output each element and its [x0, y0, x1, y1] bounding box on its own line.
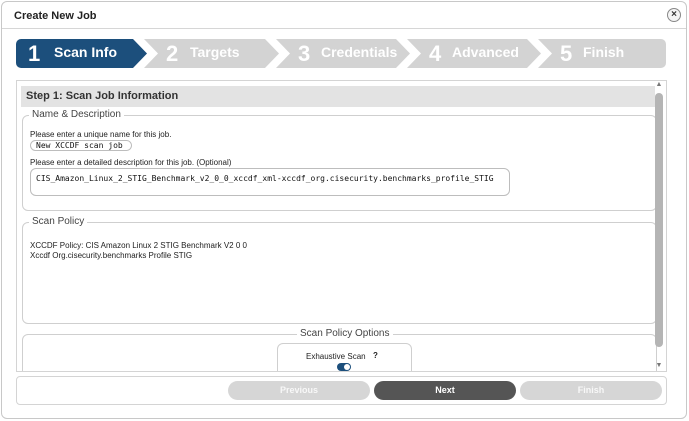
policy-line-1: XCCDF Policy: CIS Amazon Linux 2 STIG Be… [30, 241, 247, 250]
step-scan-info[interactable]: 1 Scan Info [16, 39, 147, 68]
step-number: 5 [560, 41, 573, 66]
previous-button[interactable]: Previous [228, 381, 370, 400]
exhaustive-scan-option: Exhaustive Scan ? [277, 343, 412, 371]
step-number: 4 [429, 41, 442, 66]
scroll-thumb[interactable] [655, 93, 663, 347]
description-prompt: Please enter a detailed description for … [30, 158, 232, 167]
step-label: Finish [583, 44, 625, 60]
step-number: 3 [298, 41, 311, 66]
step-label: Targets [190, 44, 240, 60]
dialog-header: Create New Job × [2, 2, 686, 29]
job-description-input[interactable]: CIS_Amazon_Linux_2_STIG_Benchmark_v2_0_0… [30, 168, 510, 196]
wizard-footer: Previous Next Finish [16, 376, 667, 405]
scan-policy-fieldset: Scan Policy XCCDF Policy: CIS Amazon Lin… [22, 216, 657, 324]
help-icon[interactable]: ? [373, 351, 378, 360]
step-number: 2 [166, 41, 179, 66]
scan-policy-options-fieldset: Scan Policy Options Exhaustive Scan ? [22, 328, 657, 371]
content-scrollbar[interactable]: ▲ ▼ [654, 81, 664, 371]
step-label: Advanced [452, 44, 519, 60]
fieldset-legend: Scan Policy Options [297, 328, 393, 339]
step-advanced[interactable]: 4 Advanced [407, 39, 541, 68]
fieldset-legend: Name & Description [29, 109, 124, 120]
scroll-up-icon[interactable]: ▲ [654, 81, 664, 88]
step-number: 1 [28, 41, 41, 66]
exhaustive-scan-label: Exhaustive Scan [306, 352, 366, 361]
fieldset-legend: Scan Policy [29, 216, 88, 227]
next-button[interactable]: Next [374, 381, 516, 400]
exhaustive-scan-toggle[interactable] [337, 363, 351, 371]
wizard-steps: 1 Scan Info 2 Targets 3 Credentials 4 Ad… [16, 39, 666, 68]
close-icon[interactable]: × [667, 8, 681, 22]
dialog-title: Create New Job [14, 10, 97, 22]
step-finish[interactable]: 5 Finish [538, 39, 666, 68]
step-label: Scan Info [54, 44, 118, 60]
job-name-input[interactable]: New XCCDF scan job [30, 140, 132, 151]
name-description-fieldset: Name & Description Please enter a unique… [22, 109, 657, 211]
section-title: Step 1: Scan Job Information [21, 86, 655, 107]
step-targets[interactable]: 2 Targets [144, 39, 279, 68]
finish-button[interactable]: Finish [520, 381, 662, 400]
name-prompt: Please enter a unique name for this job. [30, 130, 172, 139]
step-label: Credentials [321, 44, 398, 60]
scroll-down-icon[interactable]: ▼ [654, 362, 664, 369]
step-credentials[interactable]: 3 Credentials [276, 39, 410, 68]
policy-line-2: Xccdf Org.cisecurity.benchmarks Profile … [30, 251, 193, 260]
content-panel: Step 1: Scan Job Information Name & Desc… [16, 80, 667, 372]
